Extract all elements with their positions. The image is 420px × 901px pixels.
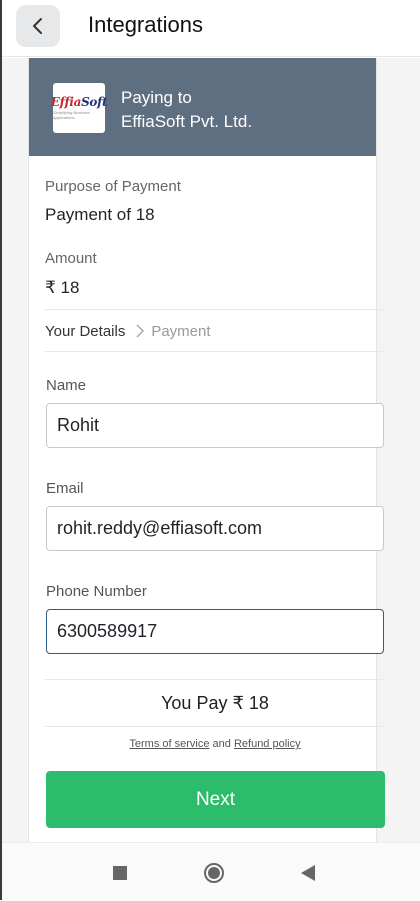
payment-card: EffiaSoft Simplifying Business Applicati… [28,58,385,842]
chevron-left-icon [33,18,42,34]
circle-icon [204,863,224,883]
and-text: and [212,738,231,750]
merchant-logo: EffiaSoft Simplifying Business Applicati… [50,83,108,133]
chevron-right-icon [135,323,145,339]
back-button[interactable] [16,5,60,47]
name-label: Name [46,377,87,394]
phone-label: Phone Number [46,583,147,600]
refund-link[interactable]: Refund policy [234,738,301,750]
system-nav-bar [2,842,420,901]
terms-link[interactable]: Terms of service [129,738,209,750]
page-title: Integrations [88,12,203,37]
merchant-name: EffiaSoft Pvt. Ltd. [121,112,253,131]
step-payment: Payment [151,322,211,340]
you-pay-total: You Pay ₹ 18 [161,692,269,713]
name-field[interactable]: Rohit [46,403,384,448]
recents-button[interactable] [108,861,132,885]
logo-tagline: Simplifying Business Applications [53,110,90,120]
square-icon [113,866,127,880]
phone-field[interactable]: 6300589917 [46,609,384,654]
home-button[interactable] [202,861,226,885]
divider [45,351,385,352]
content-area: EffiaSoft Simplifying Business Applicati… [2,58,420,842]
back-nav-button[interactable] [296,861,320,885]
divider [45,309,385,310]
divider [45,726,385,727]
email-field[interactable]: rohit.reddy@effiasoft.com [46,506,384,551]
legal-links: Terms of service and Refund policy [45,738,385,750]
triangle-back-icon [301,865,315,881]
logo-wordmark: EffiaSoft [50,95,108,109]
purpose-value: Payment of 18 [45,205,155,224]
purpose-label: Purpose of Payment [45,178,181,195]
app-bar: Integrations [2,0,420,57]
amount-label: Amount [45,250,97,267]
next-button[interactable]: Next [46,771,385,828]
merchant-header: EffiaSoft Simplifying Business Applicati… [29,58,376,156]
amount-value: ₹ 18 [45,278,80,297]
checkout-steps: Your Details Payment [45,320,211,342]
email-label: Email [46,480,84,497]
step-your-details: Your Details [45,322,126,340]
paying-to-label: Paying to [121,88,192,107]
